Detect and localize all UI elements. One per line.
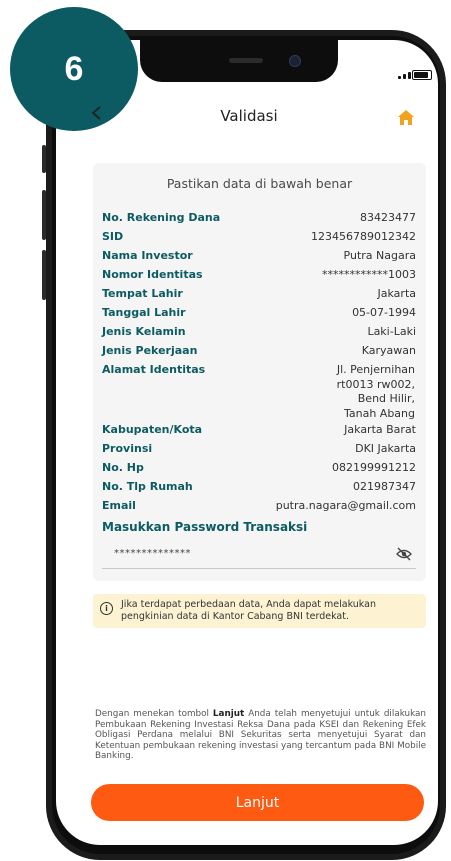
field-no-tlp-rumah: No. Tlp Rumah 021987347 (102, 479, 416, 495)
field-value: Laki-Laki (367, 325, 416, 338)
field-jenis-pekerjaan: Jenis Pekerjaan Karyawan (102, 343, 416, 359)
field-label: Tempat Lahir (102, 287, 183, 300)
field-value: Karyawan (361, 344, 416, 357)
field-label: Alamat Identitas (102, 363, 206, 376)
address-value: Jl. Penjernihan rt0013 rw002, Bend Hilir… (305, 363, 415, 421)
field-value: 082199991212 (332, 461, 416, 474)
card-title: Pastikan data di bawah benar (166, 176, 353, 191)
field-label: No. Hp (102, 461, 144, 474)
field-label: Tanggal Lahir (102, 306, 186, 319)
field-value: Jakarta (377, 287, 416, 300)
field-value: Putra Nagara (343, 249, 416, 262)
field-tempat-lahir: Tempat Lahir Jakarta (102, 286, 416, 302)
field-sid: SID 123456789012342 (102, 229, 416, 245)
field-no-hp: No. Hp 082199991212 (102, 460, 416, 476)
front-camera (289, 55, 301, 67)
disclaimer-bold: Lanjut (212, 709, 245, 719)
speaker (229, 58, 263, 63)
field-label: Jenis Kelamin (102, 325, 186, 338)
field-value: ************1003 (322, 268, 416, 281)
info-icon: i (100, 602, 113, 615)
address-line: Bend Hilir, (357, 392, 415, 405)
field-value: 123456789012342 (311, 230, 416, 243)
field-value: 021987347 (353, 480, 416, 493)
address-line: rt0013 rw002, (336, 377, 415, 391)
phone-side-button (42, 145, 46, 173)
info-text: Jika terdapat perbedaan data, Anda dapat… (121, 599, 376, 622)
address-line: Tanah Abang (343, 406, 415, 420)
field-email: Email putra.nagara@gmail.com (102, 498, 416, 514)
field-provinsi: Provinsi DKI Jakarta (102, 441, 416, 457)
address-line: Jl. Penjernihan (336, 363, 415, 376)
field-label: No. Tlp Rumah (102, 480, 193, 493)
password-input[interactable]: ************** (102, 540, 416, 569)
field-jenis-kelamin: Jenis Kelamin Laki-Laki (102, 324, 416, 340)
field-label: No. Rekening Dana (102, 211, 221, 224)
field-value: putra.nagara@gmail.com (275, 499, 416, 512)
field-kabupaten-kota: Kabupaten/Kota Jakarta Barat (102, 422, 416, 438)
field-label: Kabupaten/Kota (102, 423, 203, 436)
password-value: ************** (114, 548, 191, 559)
phone-side-button (42, 250, 46, 300)
field-nomor-identitas: Nomor Identitas ************1003 (102, 267, 416, 283)
battery-icon (412, 70, 432, 80)
disclaimer-before: Dengan menekan tombol (95, 709, 213, 719)
field-label: Nomor Identitas (102, 268, 203, 281)
field-label: Provinsi (102, 442, 153, 455)
eye-slash-icon[interactable] (396, 547, 412, 561)
field-value: DKI Jakarta (355, 442, 416, 455)
field-no-rekening-dana: No. Rekening Dana 83423477 (102, 210, 416, 226)
home-icon[interactable] (397, 109, 415, 126)
field-nama-investor: Nama Investor Putra Nagara (102, 248, 416, 264)
disclaimer-text: Dengan menekan tombol Lanjut Anda telah … (95, 709, 426, 762)
field-label: SID (102, 230, 124, 243)
field-value: 05-07-1994 (352, 306, 416, 319)
password-label: Masukkan Password Transaksi (102, 520, 308, 534)
field-label: Email (102, 499, 136, 512)
back-arrow-icon[interactable] (90, 106, 104, 120)
phone-side-button (42, 190, 46, 240)
info-box: i Jika terdapat perbedaan data, Anda dap… (93, 594, 426, 628)
field-label: Nama Investor (102, 249, 193, 262)
lanjut-button[interactable]: Lanjut (91, 784, 424, 821)
field-value: Jakarta Barat (344, 423, 416, 436)
signal-icon (398, 72, 411, 79)
step-badge: 6 (10, 7, 138, 131)
page-title: Validasi (220, 107, 278, 125)
field-value: 83423477 (360, 211, 416, 224)
field-tanggal-lahir: Tanggal Lahir 05-07-1994 (102, 305, 416, 321)
field-label: Jenis Pekerjaan (102, 344, 198, 357)
